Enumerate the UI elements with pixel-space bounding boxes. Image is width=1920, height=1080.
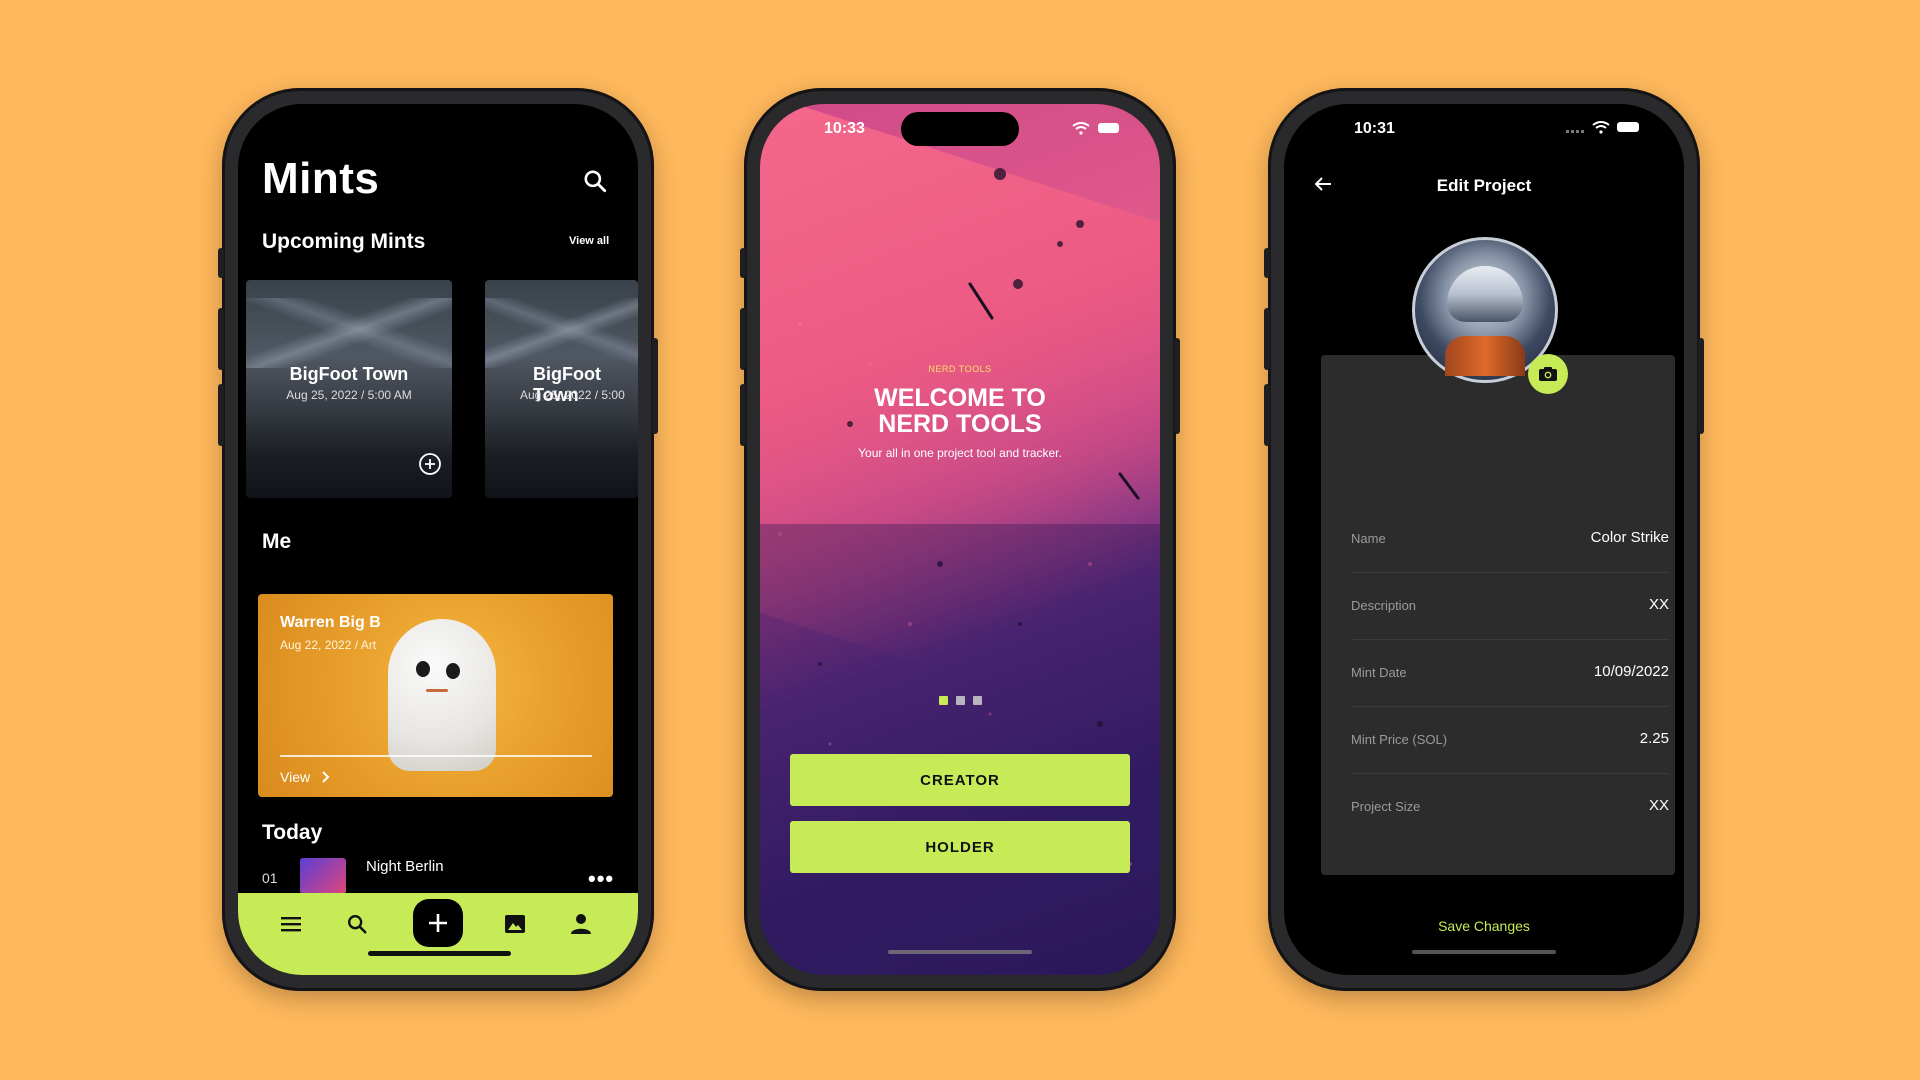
- me-title: Me: [262, 530, 292, 553]
- page-title: Mints: [262, 154, 380, 203]
- edit-project-screen: 10:31 Edit Project Name Color Strike Des…: [1284, 104, 1684, 975]
- signal-icon: [1566, 130, 1586, 133]
- add-button[interactable]: [413, 899, 463, 947]
- search-icon[interactable]: [340, 907, 374, 941]
- save-changes-button[interactable]: Save Changes: [1284, 918, 1684, 934]
- menu-icon[interactable]: [274, 907, 308, 941]
- today-title: Today: [262, 821, 323, 844]
- list-item-index: 01: [262, 870, 278, 886]
- camera-button[interactable]: [1528, 354, 1568, 394]
- field-value[interactable]: 2.25: [1640, 730, 1669, 747]
- plus-icon: [429, 914, 447, 932]
- mint-price-field[interactable]: Mint Price (SOL) 2.25: [1351, 706, 1669, 774]
- battery-icon: [1617, 122, 1639, 132]
- field-label: Mint Date: [1351, 665, 1407, 680]
- field-label: Project Size: [1351, 799, 1421, 814]
- field-value[interactable]: Color Strike: [1591, 529, 1669, 546]
- search-icon[interactable]: [582, 168, 608, 199]
- mint-card[interactable]: BigFoot Town Aug 25, 2022 / 5:00 AM: [246, 280, 452, 498]
- wifi-icon: [1592, 121, 1610, 139]
- page-title: Edit Project: [1436, 176, 1532, 195]
- page-dot[interactable]: [973, 696, 982, 705]
- person-icon[interactable]: [564, 907, 598, 941]
- mint-card-date: Aug 25, 2022 / 5:00: [520, 388, 625, 402]
- mint-date-field[interactable]: Mint Date 10/09/2022: [1351, 639, 1669, 707]
- more-icon[interactable]: •••: [588, 866, 614, 892]
- list-item-title[interactable]: Night Berlin: [366, 858, 444, 875]
- view-link[interactable]: View: [280, 769, 310, 785]
- welcome-screen: 10:33 NERD TOOLS WELCOME TO NERD TOOLS Y…: [760, 104, 1160, 975]
- phone-edit-project: 10:31 Edit Project Name Color Strike Des…: [1264, 88, 1704, 991]
- mint-card-name: BigFoot Town: [289, 364, 409, 384]
- field-value[interactable]: XX: [1649, 596, 1669, 613]
- mint-card-date: Aug 25, 2022 / 5:00 AM: [286, 388, 412, 402]
- page-dot-active[interactable]: [939, 696, 948, 705]
- home-indicator: [888, 950, 1032, 954]
- status-time: 10:31: [1354, 120, 1395, 137]
- ghost-image: [388, 619, 496, 771]
- description-field[interactable]: Description XX: [1351, 572, 1669, 640]
- creator-button[interactable]: CREATOR: [790, 754, 1130, 806]
- battery-icon: [1098, 123, 1119, 133]
- name-field[interactable]: Name Color Strike: [1351, 505, 1669, 573]
- image-icon[interactable]: [498, 907, 532, 941]
- eyebrow-label: NERD TOOLS: [928, 364, 992, 374]
- status-time: 10:33: [824, 120, 865, 137]
- project-size-field[interactable]: Project Size XX: [1351, 773, 1669, 840]
- headline-line-2: NERD TOOLS: [878, 410, 1042, 438]
- me-card-date: Aug 22, 2022 / Art: [280, 638, 377, 652]
- mint-card[interactable]: BigFoot Town Aug 25, 2022 / 5:00: [485, 280, 638, 498]
- bottom-nav: [238, 893, 638, 975]
- field-value[interactable]: XX: [1649, 797, 1669, 814]
- field-label: Mint Price (SOL): [1351, 732, 1448, 747]
- welcome-headline: WELCOME TO NERD TOOLS: [760, 385, 1160, 437]
- field-label: Description: [1351, 598, 1417, 613]
- home-indicator: [1412, 950, 1556, 954]
- holder-button[interactable]: HOLDER: [790, 821, 1130, 873]
- phone-mints: Mints Upcoming Mints View all BigFoot To…: [218, 88, 658, 991]
- mints-screen: Mints Upcoming Mints View all BigFoot To…: [238, 104, 638, 975]
- add-circle-icon[interactable]: [418, 452, 442, 481]
- track-thumbnail: [300, 858, 346, 894]
- chevron-right-icon: [320, 770, 332, 789]
- phone-welcome: 10:33 NERD TOOLS WELCOME TO NERD TOOLS Y…: [740, 88, 1180, 991]
- field-value[interactable]: 10/09/2022: [1594, 663, 1669, 680]
- field-label: Name: [1351, 531, 1386, 546]
- home-indicator: [368, 951, 511, 956]
- headline-line-1: WELCOME TO: [874, 384, 1046, 412]
- dynamic-island: [901, 112, 1019, 146]
- me-card-name: Warren Big B: [280, 614, 381, 631]
- edit-form-panel: Name Color Strike Description XX Mint Da…: [1321, 355, 1675, 875]
- view-all-link[interactable]: View all: [569, 235, 609, 247]
- wifi-icon: [1072, 122, 1090, 140]
- page-dot[interactable]: [956, 696, 965, 705]
- tagline: Your all in one project tool and tracker…: [858, 446, 1062, 460]
- me-card[interactable]: Warren Big B Aug 22, 2022 / Art View: [258, 594, 613, 797]
- camera-icon: [1539, 367, 1557, 381]
- upcoming-mints-title: Upcoming Mints: [262, 230, 426, 253]
